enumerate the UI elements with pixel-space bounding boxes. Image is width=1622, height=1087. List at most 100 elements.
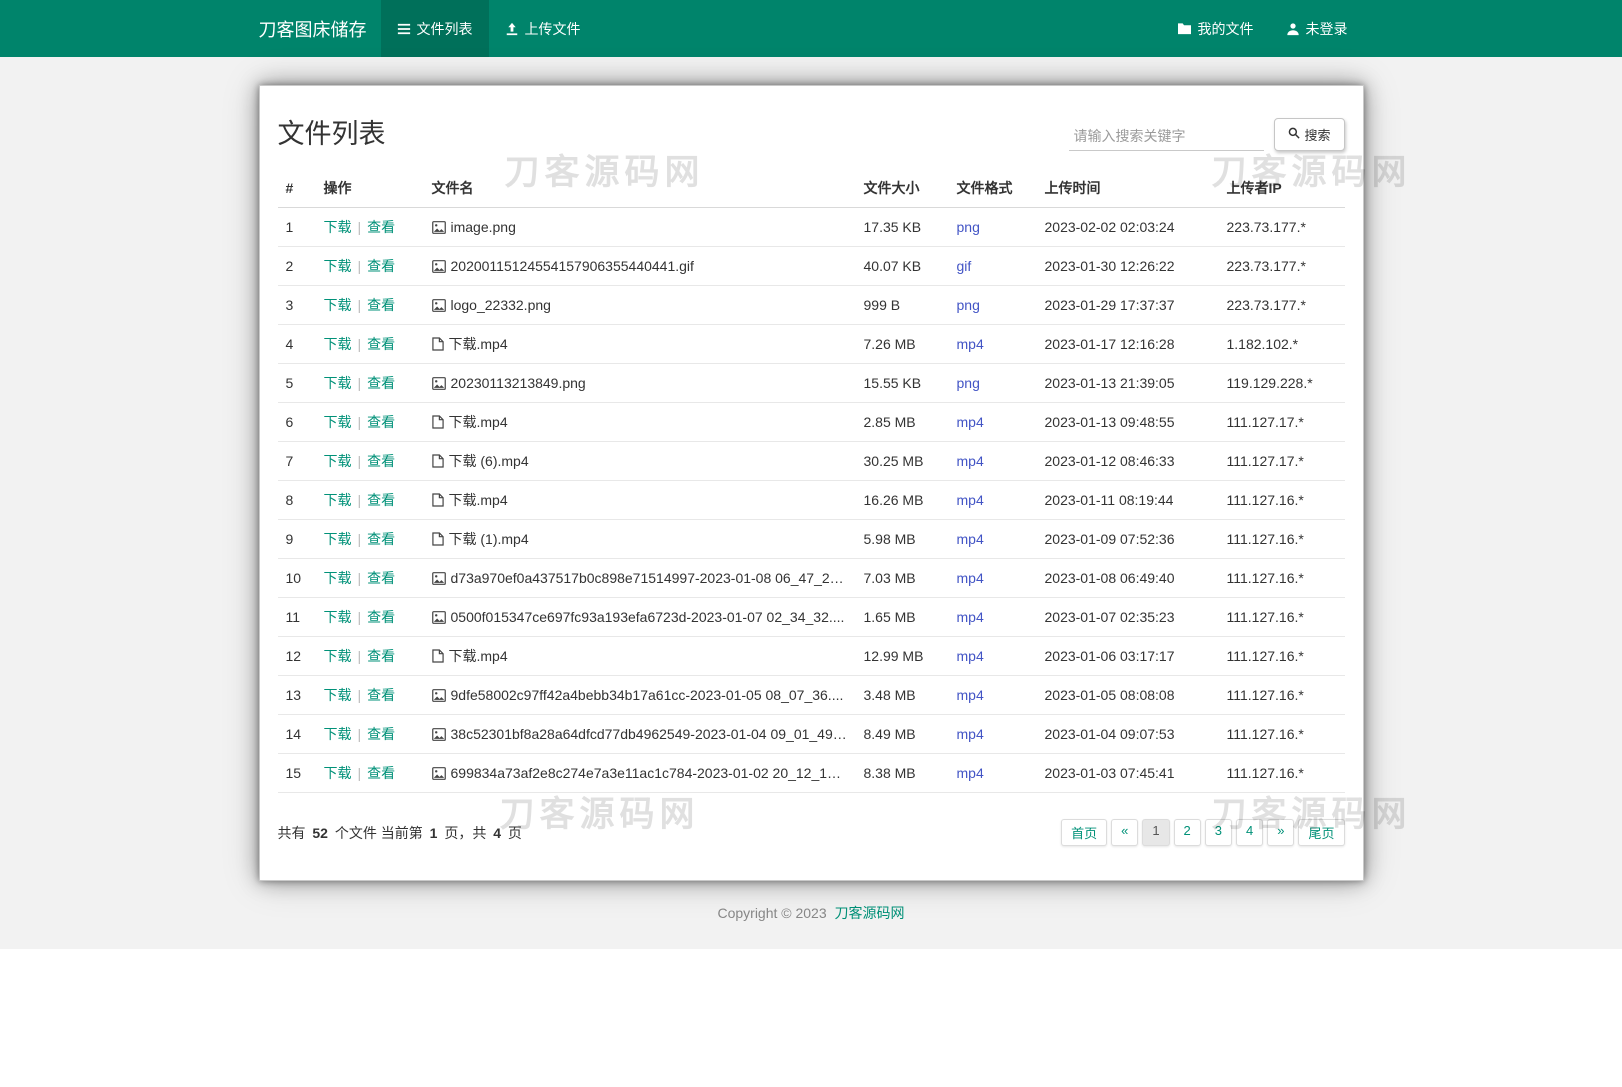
- format-link[interactable]: mp4: [957, 531, 984, 547]
- format-link[interactable]: mp4: [957, 648, 984, 664]
- row-size: 17.35 KB: [856, 208, 949, 247]
- view-link[interactable]: 查看: [367, 687, 395, 703]
- download-link[interactable]: 下载: [324, 492, 352, 508]
- header-upload-time: 上传时间: [1037, 169, 1219, 208]
- nav-item-file-list[interactable]: 文件列表: [381, 0, 489, 57]
- row-size: 7.26 MB: [856, 325, 949, 364]
- download-link[interactable]: 下载: [324, 765, 352, 781]
- row-upload-time: 2023-01-13 09:48:55: [1037, 403, 1219, 442]
- nav-item-login-status[interactable]: 未登录: [1270, 0, 1364, 57]
- nav-item-label: 未登录: [1306, 19, 1348, 39]
- nav-item-my-files[interactable]: 我的文件: [1161, 0, 1270, 57]
- download-link[interactable]: 下载: [324, 570, 352, 586]
- site-link[interactable]: 刀客源码网: [835, 905, 905, 921]
- row-format: mp4: [949, 325, 1037, 364]
- view-link[interactable]: 查看: [367, 570, 395, 586]
- table-row: 7下载|查看下载 (6).mp430.25 MBmp42023-01-12 08…: [278, 442, 1345, 481]
- download-link[interactable]: 下载: [324, 687, 352, 703]
- row-filename: 0500f015347ce697fc93a193efa6723d-2023-01…: [424, 598, 856, 637]
- row-index: 5: [278, 364, 316, 403]
- nav-item-label: 文件列表: [417, 19, 473, 39]
- file-table: # 操作 文件名 文件大小 文件格式 上传时间 上传者IP 1下载|查看imag…: [278, 169, 1345, 793]
- format-link[interactable]: mp4: [957, 414, 984, 430]
- view-link[interactable]: 查看: [367, 375, 395, 391]
- search-input[interactable]: [1069, 122, 1264, 151]
- brand-link[interactable]: 刀客图床储存: [259, 0, 381, 57]
- view-link[interactable]: 查看: [367, 531, 395, 547]
- pagination-first[interactable]: 首页: [1061, 819, 1107, 846]
- row-actions: 下载|查看: [316, 481, 424, 520]
- format-link[interactable]: png: [957, 375, 980, 391]
- view-link[interactable]: 查看: [367, 414, 395, 430]
- view-link[interactable]: 查看: [367, 765, 395, 781]
- pagination-next[interactable]: »: [1267, 819, 1294, 846]
- row-filename: 38c52301bf8a28a64dfcd77db4962549-2023-01…: [424, 715, 856, 754]
- copyright: Copyright © 2023 刀客源码网: [0, 881, 1622, 949]
- pagination-prev[interactable]: «: [1111, 819, 1138, 846]
- action-separator: |: [358, 414, 362, 430]
- format-link[interactable]: gif: [957, 258, 972, 274]
- row-uploader-ip: 1.182.102.*: [1219, 325, 1345, 364]
- row-uploader-ip: 111.127.17.*: [1219, 403, 1345, 442]
- format-link[interactable]: png: [957, 219, 980, 235]
- download-link[interactable]: 下载: [324, 336, 352, 352]
- search-button-label: 搜索: [1304, 125, 1330, 144]
- row-actions: 下载|查看: [316, 637, 424, 676]
- pagination-page-3[interactable]: 3: [1205, 819, 1232, 846]
- format-link[interactable]: png: [957, 297, 980, 313]
- search-button[interactable]: 搜索: [1274, 118, 1344, 151]
- row-actions: 下载 | 查看: [316, 286, 424, 325]
- table-row: 10下载|查看d73a970ef0a437517b0c898e71514997-…: [278, 559, 1345, 598]
- view-link[interactable]: 查看: [367, 609, 395, 625]
- download-link[interactable]: 下载: [324, 258, 352, 274]
- row-upload-time: 2023-01-06 03:17:17: [1037, 637, 1219, 676]
- action-separator: |: [358, 297, 362, 313]
- view-link[interactable]: 查看: [367, 297, 395, 313]
- view-link[interactable]: 查看: [367, 219, 395, 235]
- download-link[interactable]: 下载: [324, 726, 352, 742]
- user-icon: [1286, 22, 1300, 36]
- format-link[interactable]: mp4: [957, 570, 984, 586]
- nav-item-upload[interactable]: 上传文件: [489, 0, 597, 57]
- navbar-right: 我的文件 未登录: [1161, 0, 1364, 57]
- pagination-last[interactable]: 尾页: [1298, 819, 1344, 846]
- download-link[interactable]: 下载: [324, 453, 352, 469]
- download-link[interactable]: 下载: [324, 414, 352, 430]
- view-link[interactable]: 查看: [367, 453, 395, 469]
- format-link[interactable]: mp4: [957, 336, 984, 352]
- download-link[interactable]: 下载: [324, 609, 352, 625]
- format-link[interactable]: mp4: [957, 687, 984, 703]
- download-link[interactable]: 下载: [324, 531, 352, 547]
- image-file-icon: [432, 689, 446, 702]
- action-separator: |: [358, 375, 362, 391]
- view-link[interactable]: 查看: [367, 726, 395, 742]
- row-size: 1.65 MB: [856, 598, 949, 637]
- format-link[interactable]: mp4: [957, 609, 984, 625]
- format-link[interactable]: mp4: [957, 453, 984, 469]
- view-link[interactable]: 查看: [367, 648, 395, 664]
- format-link[interactable]: mp4: [957, 726, 984, 742]
- table-row: 15下载|查看699834a73af2e8c274e7a3e11ac1c784-…: [278, 754, 1345, 793]
- download-link[interactable]: 下载: [324, 297, 352, 313]
- row-index: 7: [278, 442, 316, 481]
- row-actions: 下载|查看: [316, 208, 424, 247]
- view-link[interactable]: 查看: [367, 258, 395, 274]
- format-link[interactable]: mp4: [957, 765, 984, 781]
- row-format: mp4: [949, 676, 1037, 715]
- download-link[interactable]: 下载: [324, 648, 352, 664]
- format-link[interactable]: mp4: [957, 492, 984, 508]
- row-index: 2: [278, 247, 316, 286]
- pagination-page-2[interactable]: 2: [1174, 819, 1201, 846]
- action-separator: |: [358, 687, 362, 703]
- row-upload-time: 2023-01-03 07:45:41: [1037, 754, 1219, 793]
- download-link[interactable]: 下载: [324, 375, 352, 391]
- pagination-page-4[interactable]: 4: [1236, 819, 1263, 846]
- view-link[interactable]: 查看: [367, 492, 395, 508]
- summary-text: 个文件 当前第: [335, 825, 423, 841]
- navbar-container: 刀客图床储存 文件列表 上传文件 我的文件: [259, 0, 1364, 57]
- pagination-page-1[interactable]: 1: [1142, 819, 1169, 846]
- view-link[interactable]: 查看: [367, 336, 395, 352]
- download-link[interactable]: 下载: [324, 219, 352, 235]
- image-file-icon: [432, 767, 446, 780]
- header-format: 文件格式: [949, 169, 1037, 208]
